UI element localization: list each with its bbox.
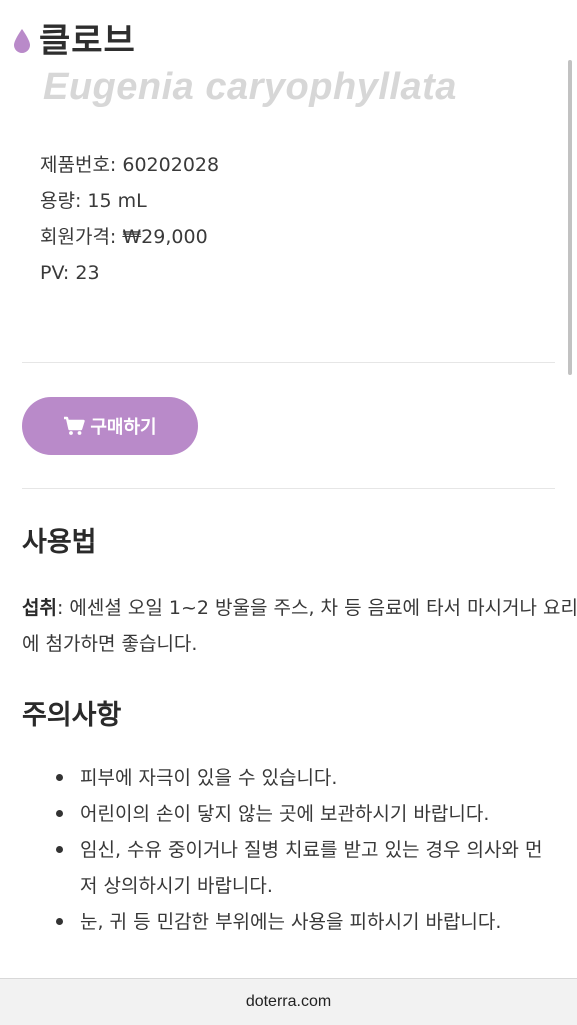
product-code-label: 제품번호: [40,154,117,176]
warnings-heading: 주의사항 [22,700,122,731]
member-price-value: 29,000 [141,226,208,248]
scrollbar[interactable] [568,60,572,375]
product-code-value: 60202028 [122,154,220,176]
browser-address-bar[interactable]: doterra.com [0,978,577,1025]
drop-icon [14,29,30,53]
pv-row: PV: 23 [40,258,219,294]
divider [22,488,555,489]
cart-icon [64,416,86,435]
warning-item: 어린이의 손이 닿지 않는 곳에 보관하시기 바랍니다. [22,796,552,832]
buy-button-label: 구매하기 [90,417,157,438]
currency-symbol: ₩ [122,226,142,248]
member-price-row: 회원가격: ₩29,000 [40,222,219,258]
pv-value: 23 [75,262,100,284]
usage-method-text: : 에센셜 오일 1~2 방울을 주스, 차 등 음료에 타서 마시거나 요리에… [22,597,577,655]
url-text: doterra.com [245,993,332,1010]
divider [22,362,555,363]
usage-text: 섭취: 에센셜 오일 1~2 방울을 주스, 차 등 음료에 타서 마시거나 요… [22,590,577,662]
volume-value: 15 mL [87,190,147,212]
latin-name: Eugenia caryophyllata [43,66,457,108]
warning-item: 눈, 귀 등 민감한 부위에는 사용을 피하시기 바랍니다. [22,904,552,940]
bullet [56,774,63,781]
warnings-list: 피부에 자극이 있을 수 있습니다. 어린이의 손이 닿지 않는 곳에 보관하시… [22,760,552,940]
bullet [56,846,63,853]
title-row: 클로브 [12,14,136,61]
volume-row: 용량: 15 mL [40,186,219,222]
member-price-label: 회원가격: [40,226,117,248]
bullet [56,810,63,817]
pv-label: PV: [40,262,70,284]
product-code-row: 제품번호: 60202028 [40,150,219,186]
buy-button[interactable]: 구매하기 [22,397,198,455]
volume-label: 용량: [40,190,82,212]
warning-item: 임신, 수유 중이거나 질병 치료를 받고 있는 경우 의사와 먼저 상의하시기… [22,832,552,904]
product-page: 클로브 Eugenia caryophyllata 제품번호: 60202028… [0,0,577,978]
product-info: 제품번호: 60202028 용량: 15 mL 회원가격: ₩29,000 P… [40,150,219,294]
bullet [56,918,63,925]
usage-method-label: 섭취 [22,597,57,619]
product-title: 클로브 [39,20,136,61]
usage-heading: 사용법 [22,527,97,558]
warning-item: 피부에 자극이 있을 수 있습니다. [22,760,552,796]
